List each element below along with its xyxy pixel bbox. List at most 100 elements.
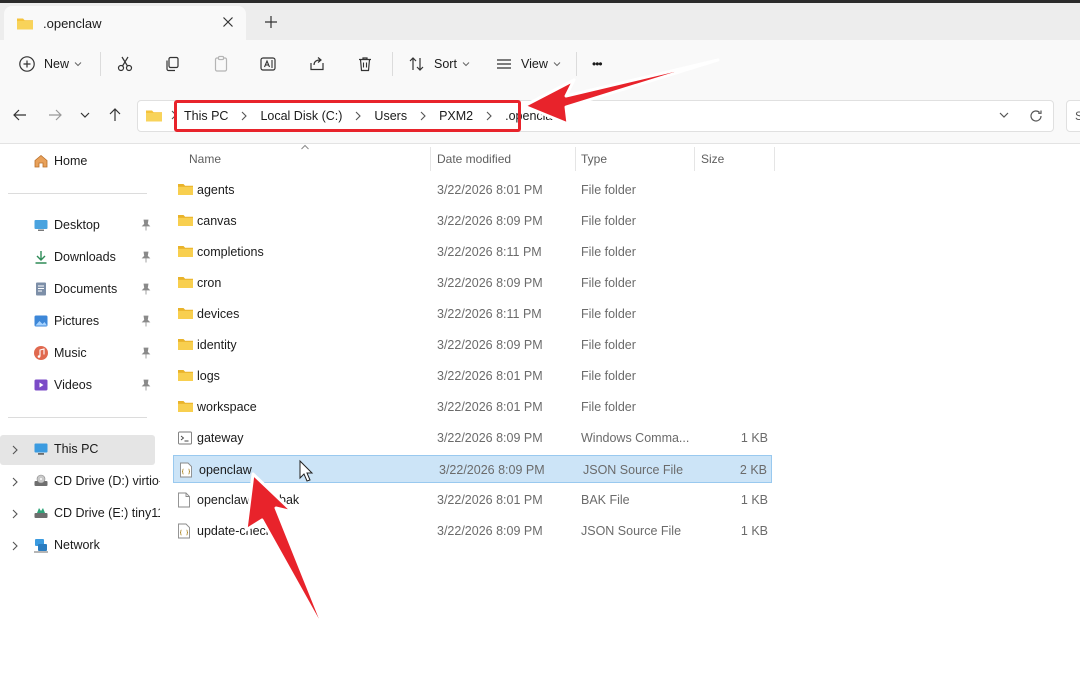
chevron-right-icon[interactable]: [11, 540, 19, 552]
paste-button[interactable]: [212, 50, 230, 78]
sidebar-item-cd-drive-d[interactable]: CD Drive (D:) virtio-: [0, 467, 160, 495]
file-name: gateway: [197, 431, 244, 445]
column-divider[interactable]: [774, 147, 775, 171]
sidebar-item-downloads[interactable]: Downloads: [0, 243, 160, 271]
pin-icon[interactable]: [141, 379, 151, 391]
sidebar-item-cd-drive-e[interactable]: CD Drive (E:) tiny11: [0, 499, 160, 527]
command-script-icon: [177, 430, 193, 446]
sidebar-item-network[interactable]: Network: [0, 531, 160, 559]
folder-icon: [177, 399, 194, 414]
sidebar-divider: [8, 417, 147, 418]
column-header-name[interactable]: Name: [189, 152, 221, 166]
table-row[interactable]: workspace 3/22/2026 8:01 PM File folder: [172, 393, 772, 421]
clipboard-icon: [212, 55, 230, 73]
delete-button[interactable]: [356, 50, 374, 78]
chevron-down-icon: [74, 61, 82, 67]
more-options-icon: •••: [592, 57, 603, 71]
tab-openclaw[interactable]: .openclaw: [4, 6, 246, 40]
sidebar-item-desktop[interactable]: Desktop: [0, 211, 160, 239]
json-file-icon: [179, 462, 193, 478]
close-icon[interactable]: [220, 14, 236, 30]
forward-arrow-icon[interactable]: [47, 107, 63, 123]
sidebar-divider: [8, 193, 147, 194]
folder-icon: [177, 244, 194, 259]
new-button[interactable]: New: [18, 50, 82, 78]
table-row[interactable]: completions 3/22/2026 8:11 PM File folder: [172, 238, 772, 266]
column-divider[interactable]: [430, 147, 431, 171]
sidebar-item-label: Home: [54, 154, 88, 168]
table-row[interactable]: identity 3/22/2026 8:09 PM File folder: [172, 331, 772, 359]
sidebar-item-label: Documents: [54, 282, 118, 296]
toolbar-divider: [392, 52, 393, 76]
column-header-size[interactable]: Size: [701, 152, 724, 166]
cd-drive-icon: [33, 473, 49, 489]
file-type: File folder: [581, 307, 636, 321]
search-box[interactable]: S: [1066, 100, 1080, 132]
table-row[interactable]: openclaw 3/22/2026 8:09 PM JSON Source Fil…: [173, 455, 772, 483]
column-header-date-modified[interactable]: Date modified: [437, 152, 511, 166]
pin-icon[interactable]: [141, 283, 151, 295]
table-row[interactable]: canvas 3/22/2026 8:09 PM File folder: [172, 207, 772, 235]
pin-icon[interactable]: [141, 251, 151, 263]
file-type: BAK File: [581, 493, 630, 507]
music-icon: [33, 345, 49, 361]
sort-button[interactable]: Sort: [408, 50, 470, 78]
share-button[interactable]: [308, 50, 326, 78]
pin-icon[interactable]: [141, 347, 151, 359]
address-dropdown-chevron-icon[interactable]: [998, 110, 1010, 120]
view-button[interactable]: View: [495, 50, 561, 78]
file-type: File folder: [581, 214, 636, 228]
file-type: Windows Comma...: [581, 431, 690, 445]
file-type: JSON Source File: [583, 463, 684, 477]
back-arrow-icon[interactable]: [12, 107, 28, 123]
table-row[interactable]: devices 3/22/2026 8:11 PM File folder: [172, 300, 772, 328]
more-options-button[interactable]: •••: [592, 50, 603, 78]
file-name: openclaw.json.bak: [197, 493, 300, 507]
sidebar-item-pictures[interactable]: Pictures: [0, 307, 160, 335]
column-divider[interactable]: [575, 147, 576, 171]
table-row[interactable]: update-check 3/22/2026 8:09 PM JSON Source…: [172, 517, 772, 545]
folder-icon: [145, 108, 163, 123]
refresh-icon[interactable]: [1028, 108, 1044, 124]
chevron-right-icon[interactable]: [11, 508, 19, 520]
download-arrow-icon: [33, 249, 49, 265]
file-list: Name Date modified Type Size agents 3/22/…: [172, 144, 1080, 687]
sidebar-item-home[interactable]: Home: [0, 147, 160, 175]
file-type: File folder: [581, 183, 636, 197]
table-row[interactable]: gateway 3/22/2026 8:09 PM Windows Comma...…: [172, 424, 772, 452]
file-date-modified: 3/22/2026 8:09 PM: [437, 338, 543, 352]
file-name: canvas: [197, 214, 237, 228]
sidebar-item-music[interactable]: Music: [0, 339, 160, 367]
table-row[interactable]: logs 3/22/2026 8:01 PM File folder: [172, 362, 772, 390]
cd-drive-icon: [33, 505, 49, 521]
file-date-modified: 3/22/2026 8:01 PM: [437, 400, 543, 414]
chevron-right-icon[interactable]: [11, 476, 19, 488]
file-name: agents: [197, 183, 235, 197]
table-row[interactable]: agents 3/22/2026 8:01 PM File folder: [172, 176, 772, 204]
toolbar-divider: [100, 52, 101, 76]
copy-button[interactable]: [163, 50, 181, 78]
cut-button[interactable]: [116, 50, 134, 78]
sidebar-item-this-pc[interactable]: This PC: [0, 435, 155, 465]
table-row[interactable]: cron 3/22/2026 8:09 PM File folder: [172, 269, 772, 297]
plus-circle-icon: [18, 55, 36, 73]
file-name: identity: [197, 338, 237, 352]
chevron-right-icon[interactable]: [11, 444, 19, 456]
table-row[interactable]: openclaw.json.bak 3/22/2026 8:01 PM BAK Fi…: [172, 486, 772, 514]
copy-icon: [163, 55, 181, 73]
sidebar-item-documents[interactable]: Documents: [0, 275, 160, 303]
pin-icon[interactable]: [141, 315, 151, 327]
column-header-type[interactable]: Type: [581, 152, 607, 166]
new-tab-icon[interactable]: [262, 13, 280, 31]
column-divider[interactable]: [694, 147, 695, 171]
up-arrow-icon[interactable]: [107, 107, 123, 123]
sidebar-item-videos[interactable]: Videos: [0, 371, 160, 399]
pin-icon[interactable]: [141, 219, 151, 231]
trash-icon: [356, 55, 374, 73]
rename-button[interactable]: [259, 50, 277, 78]
file-name: cron: [197, 276, 222, 290]
file-size: 1 KB: [740, 493, 768, 507]
sidebar-item-label: CD Drive (D:) virtio-: [54, 474, 160, 488]
recent-locations-chevron-icon[interactable]: [79, 110, 91, 120]
network-icon: [33, 537, 49, 553]
